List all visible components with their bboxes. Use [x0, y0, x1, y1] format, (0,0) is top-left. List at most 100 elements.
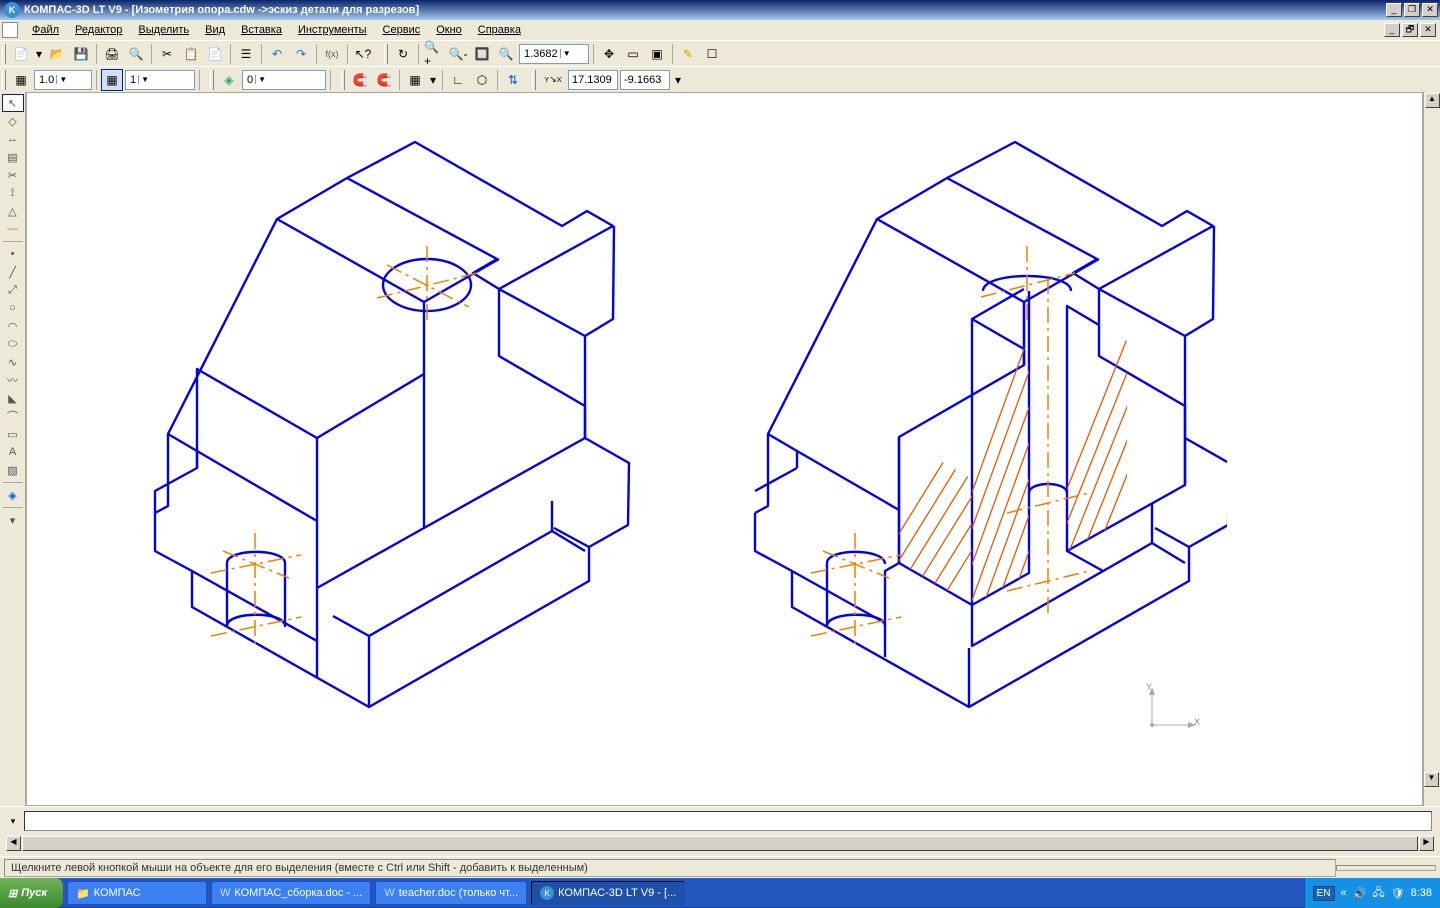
clock[interactable]: 8:38 [1411, 887, 1432, 899]
style-tool-icon[interactable]: — [2, 220, 24, 238]
select-tool-icon[interactable]: ↖ [2, 94, 24, 112]
start-button[interactable]: ⊞ Пуск [0, 878, 63, 908]
zoom-window-button[interactable]: 🔲 [471, 43, 493, 65]
refresh-button[interactable]: ↻ [392, 43, 414, 65]
taskbar-item-doc2[interactable]: W teacher.doc (только чт... [375, 881, 527, 905]
print-button[interactable]: 🖨 [101, 43, 123, 65]
line-type-combo[interactable]: 1▼ [125, 70, 195, 90]
snap-grid-button[interactable]: ▦ [404, 69, 426, 91]
menu-tools[interactable]: Инструменты [290, 22, 375, 38]
properties-button[interactable]: ☰ [235, 43, 257, 65]
hatch-tool-icon[interactable]: ▨ [2, 461, 24, 479]
arc-tool-icon[interactable]: ◠ [2, 317, 24, 335]
zoom-scale-button[interactable]: 🔍 [495, 43, 517, 65]
horizontal-scrollbar[interactable]: ◀ ▶ [6, 835, 1434, 852]
cut-button[interactable]: ✂ [156, 43, 178, 65]
dimensions-tool-icon[interactable]: ↔ [2, 130, 24, 148]
point-tool-icon[interactable]: • [2, 245, 24, 263]
zoom-all-button[interactable]: ▣ [646, 43, 668, 65]
menu-file[interactable]: Файл [24, 22, 67, 38]
print-preview-button[interactable]: 🔍 [125, 43, 147, 65]
copy-button[interactable]: 📋 [180, 43, 202, 65]
circle-tool-icon[interactable]: ○ [2, 299, 24, 317]
paste-button[interactable]: 📄 [204, 43, 226, 65]
open-button[interactable]: 📂 [46, 43, 68, 65]
spline-tool-icon[interactable]: ∿ [2, 353, 24, 371]
taskbar-item-kompas[interactable]: K КОМПАС-3D LT V9 - [... [531, 881, 685, 905]
vertical-scrollbar[interactable]: ▲ ▼ [1423, 92, 1440, 806]
menu-select[interactable]: Выделить [130, 22, 197, 38]
bezier-tool-icon[interactable]: 〰 [2, 371, 24, 389]
edit-tool-icon[interactable]: ✂ [2, 166, 24, 184]
mdi-restore-button[interactable]: 🗗 [1402, 23, 1418, 37]
local-cs-button[interactable]: ▦ [101, 69, 123, 91]
drawing-canvas[interactable]: Y X [26, 92, 1423, 806]
snap-grid-dd[interactable]: ▾ [428, 69, 438, 91]
close-button[interactable]: ✕ [1422, 3, 1438, 17]
grid-button[interactable]: ▦ [10, 69, 32, 91]
aux-line-tool-icon[interactable]: ⤢ [2, 281, 24, 299]
redo-button[interactable]: ↷ [290, 43, 312, 65]
new-dropdown-button[interactable]: ▾ [34, 43, 44, 65]
geometry-tool-icon[interactable]: ◇ [2, 112, 24, 130]
hscroll-right-icon[interactable]: ▶ [1419, 836, 1434, 851]
rebuild-button[interactable]: ✎ [677, 43, 699, 65]
panel-close-icon[interactable]: ▾ [6, 814, 20, 828]
scroll-down-icon[interactable]: ▼ [1424, 772, 1439, 787]
layers-button[interactable]: ◈ [218, 69, 240, 91]
command-input[interactable] [24, 811, 1432, 831]
zoom-out-button[interactable]: 🔍- [447, 43, 469, 65]
snap-off-button[interactable]: 🧲 [373, 69, 395, 91]
menu-help[interactable]: Справка [470, 22, 529, 38]
menu-window[interactable]: Окно [428, 22, 470, 38]
menu-service[interactable]: Сервис [375, 22, 429, 38]
round-button[interactable]: ⬡ [471, 69, 493, 91]
undo-button[interactable]: ↶ [266, 43, 288, 65]
scroll-down-icon[interactable]: ▾ [2, 511, 24, 529]
symbols-tool-icon[interactable]: ▤ [2, 148, 24, 166]
tray-volume-icon[interactable]: 🔊 [1353, 887, 1367, 900]
coord-dd-button[interactable]: ▾ [672, 69, 684, 91]
scroll-up-icon[interactable]: ▲ [1425, 93, 1440, 108]
zoom-combo[interactable]: 1.3682▼ [519, 44, 589, 64]
measure-tool-icon[interactable]: △ [2, 202, 24, 220]
help-pointer-button[interactable]: ↖? [352, 43, 374, 65]
layer-combo[interactable]: 0▼ [242, 70, 326, 90]
maximize-button[interactable]: ❐ [1404, 3, 1420, 17]
language-indicator[interactable]: EN [1313, 886, 1335, 901]
parametric-button[interactable]: ⇅ [502, 69, 524, 91]
document-icon[interactable] [2, 22, 18, 38]
pan-button[interactable]: ✥ [598, 43, 620, 65]
line-tool-icon[interactable]: ╱ [2, 263, 24, 281]
axis-gizmo: Y X [1142, 685, 1202, 735]
fillet-tool-icon[interactable]: ⌒ [2, 407, 24, 425]
menu-editor[interactable]: Редактор [67, 22, 130, 38]
tray-shield-icon[interactable]: 🛡 [1391, 887, 1405, 900]
mdi-close-button[interactable]: ✕ [1420, 23, 1436, 37]
chamfer-tool-icon[interactable]: ◣ [2, 389, 24, 407]
menu-insert[interactable]: Вставка [233, 22, 290, 38]
options-button[interactable]: ☐ [701, 43, 723, 65]
ellipse-tool-icon[interactable]: ⬭ [2, 335, 24, 353]
app-icon: K [4, 2, 20, 18]
ortho-button[interactable]: ∟ [447, 69, 469, 91]
taskbar-item-doc1[interactable]: W КОМПАС_сборка.doc - ... [211, 881, 371, 905]
taskbar-item-folder[interactable]: 📁 КОМПАС [67, 881, 207, 905]
mdi-minimize-button[interactable]: _ [1384, 23, 1400, 37]
zoom-in-button[interactable]: 🔍+ [423, 43, 445, 65]
menu-view[interactable]: Вид [197, 22, 233, 38]
coord-mode-button[interactable]: Y↘X [540, 69, 566, 91]
minimize-button[interactable]: _ [1386, 3, 1402, 17]
line-width-combo[interactable]: 1.0▼ [34, 70, 92, 90]
tray-expand-icon[interactable]: « [1341, 887, 1347, 899]
library-tool-icon[interactable]: ◈ [2, 486, 24, 504]
rect-tool-icon[interactable]: ▭ [2, 425, 24, 443]
new-button[interactable]: 📄 [10, 43, 32, 65]
text-tool-icon[interactable]: A [2, 443, 24, 461]
variables-button[interactable]: f(x) [321, 43, 343, 65]
zoom-fit-button[interactable]: ▭ [622, 43, 644, 65]
save-button[interactable]: 💾 [70, 43, 92, 65]
params-tool-icon[interactable]: ⟟ [2, 184, 24, 202]
hscroll-left-icon[interactable]: ◀ [6, 836, 21, 851]
snap-on-button[interactable]: 🧲 [349, 69, 371, 91]
